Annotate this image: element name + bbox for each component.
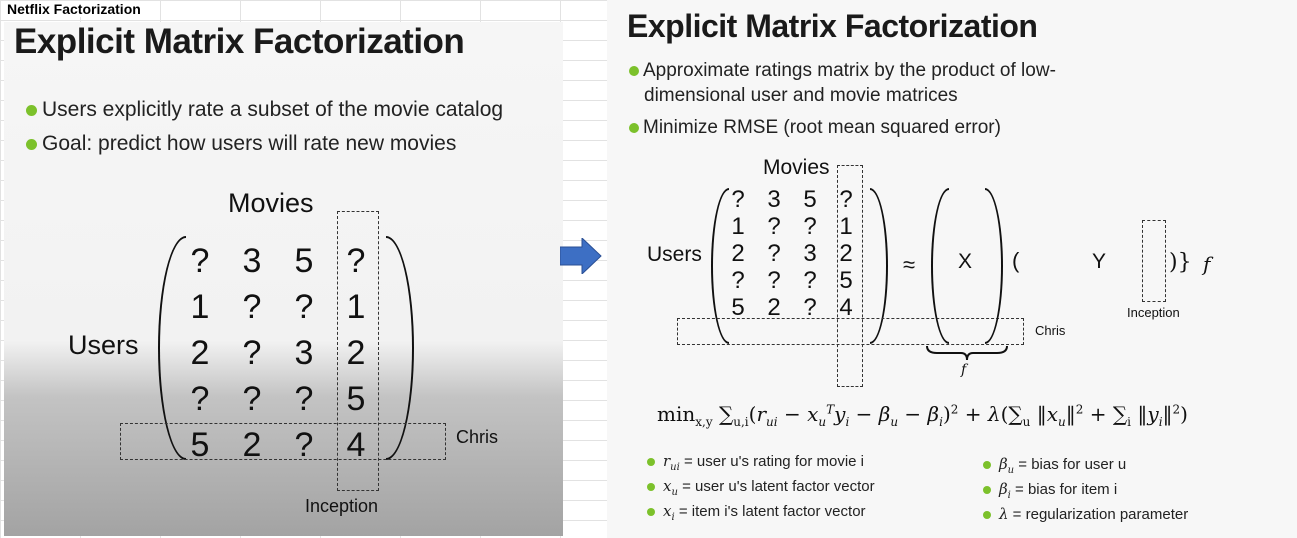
right-matrix-cell-r3-c1: ? — [767, 267, 781, 294]
right-matrix-cell-r4-c2: ? — [803, 294, 817, 321]
right-movies-label: Movies — [763, 156, 830, 179]
right-title: Explicit Matrix Factorization — [627, 8, 1038, 44]
right-users-label: Users — [647, 243, 702, 266]
bullet-dot-icon — [983, 461, 991, 470]
left-matrix-cell-r1-c0: 1 — [190, 288, 210, 326]
left-matrix-cell-r4-c2: ? — [294, 426, 314, 464]
approx-symbol: ≈ — [903, 252, 916, 277]
legend-item: λ = regularization parameter — [983, 505, 1188, 523]
left-matrix-cell-r3-c1: ? — [242, 380, 262, 418]
bullet-dot-icon — [983, 486, 991, 495]
f-brace-label: f — [961, 362, 967, 378]
left-matrix-cell-r3-c3: 5 — [346, 380, 366, 418]
right-chris-label: Chris — [1035, 323, 1066, 338]
right-matrix-cell-r2-c0: 2 — [731, 240, 745, 267]
right-matrix-cell-r3-c0: ? — [731, 267, 745, 294]
right-matrix-cell-r0-c2: 5 — [803, 186, 817, 213]
bullet-dot-icon — [647, 483, 655, 492]
header-label: Netflix Factorization — [4, 1, 144, 17]
right-chris-box — [677, 318, 1024, 345]
left-movies-label: Movies — [228, 188, 314, 218]
left-matrix-cell-r3-c2: ? — [294, 380, 314, 418]
right-slide: Explicit Matrix Factorization Approximat… — [607, 0, 1297, 538]
right-bullet-1: Approximate ratings matrix by the produc… — [629, 60, 1056, 82]
left-matrix-cell-r4-c3: 4 — [346, 426, 366, 464]
x-matrix-label: X — [958, 250, 973, 273]
y-inception-box — [1142, 220, 1166, 302]
right-matrix-cell-r1-c2: ? — [803, 213, 817, 240]
left-bullet-2: Goal: predict how users will rate new mo… — [26, 132, 456, 156]
legend-item: βi = bias for item i — [983, 480, 1117, 501]
legend-item: βu = bias for user u — [983, 455, 1126, 476]
left-matrix-cell-r1-c2: ? — [294, 288, 314, 326]
legend-item: rui = user u's rating for movie i — [647, 452, 864, 473]
left-users-label: Users — [68, 330, 139, 360]
arrow-right-icon — [560, 238, 602, 274]
right-matrix-cell-r0-c1: 3 — [767, 186, 781, 213]
right-matrix-cell-r1-c3: 1 — [839, 213, 853, 240]
right-matrix-cell-r4-c1: 2 — [767, 294, 781, 321]
right-bullet-1-cont: dimensional user and movie matrices — [644, 85, 958, 106]
left-matrix-cell-r0-c0: ? — [190, 242, 210, 280]
left-bullet-1: Users explicitly rate a subset of the mo… — [26, 98, 503, 122]
right-matrix-cell-r2-c2: 3 — [803, 240, 817, 267]
bullet-dot-icon — [26, 138, 37, 150]
right-matrix-cell-r0-c3: ? — [839, 186, 853, 213]
bullet-dot-icon — [647, 508, 655, 517]
right-matrix-cell-r2-c3: 2 — [839, 240, 853, 267]
right-inception-label: Inception — [1127, 305, 1180, 320]
left-matrix-cell-r3-c0: ? — [190, 380, 210, 418]
left-matrix-cell-r1-c1: ? — [242, 288, 262, 326]
left-matrix-cell-r2-c0: 2 — [190, 334, 210, 372]
right-matrix-cell-r1-c0: 1 — [731, 213, 745, 240]
left-matrix-cell-r4-c0: 5 — [190, 426, 210, 464]
y-matrix-label: Y — [1092, 250, 1107, 273]
f-brace-icon — [926, 345, 1008, 361]
y-f-label: f — [1203, 252, 1211, 276]
bullet-dot-icon — [983, 511, 991, 520]
right-matrix-cell-r1-c1: ? — [767, 213, 781, 240]
right-matrix-cell-r3-c2: ? — [803, 267, 817, 294]
left-matrix-cell-r0-c3: ? — [346, 242, 366, 280]
left-matrix-cell-r0-c1: 3 — [242, 242, 262, 280]
left-matrix-cell-r2-c3: 2 — [346, 334, 366, 372]
left-matrix-cell-r2-c1: ? — [242, 334, 262, 372]
bullet-dot-icon — [629, 122, 639, 133]
objective-formula: minx,y ∑u,i(rui − xuTyi − βu − βi)2 + λ(… — [657, 402, 1188, 429]
legend-item: xi = item i's latent factor vector — [647, 502, 866, 523]
y-open-paren: ( — [1012, 248, 1020, 273]
left-slide: Explicit Matrix Factorization Users expl… — [4, 22, 563, 536]
left-title: Explicit Matrix Factorization — [14, 22, 465, 61]
left-matrix-cell-r4-c1: 2 — [242, 426, 262, 464]
bullet-dot-icon — [647, 458, 655, 467]
bullet-dot-icon — [26, 104, 37, 116]
right-matrix-cell-r4-c3: 4 — [839, 294, 853, 321]
legend-item: xu = user u's latent factor vector — [647, 477, 875, 498]
y-close-brace: )} — [1169, 250, 1192, 275]
left-matrix-cell-r0-c2: 5 — [294, 242, 314, 280]
left-matrix-cell-r1-c3: 1 — [346, 288, 366, 326]
left-matrix-cell-r2-c2: 3 — [294, 334, 314, 372]
right-bullet-2: Minimize RMSE (root mean squared error) — [629, 117, 1001, 139]
right-matrix-cell-r4-c0: 5 — [731, 294, 745, 321]
right-matrix-cell-r3-c3: 5 — [839, 267, 853, 294]
left-inception-label: Inception — [305, 496, 379, 516]
right-matrix-cell-r2-c1: ? — [767, 240, 781, 267]
left-chris-label: Chris — [456, 427, 499, 447]
bullet-dot-icon — [629, 65, 639, 76]
right-matrix-cell-r0-c0: ? — [731, 186, 745, 213]
